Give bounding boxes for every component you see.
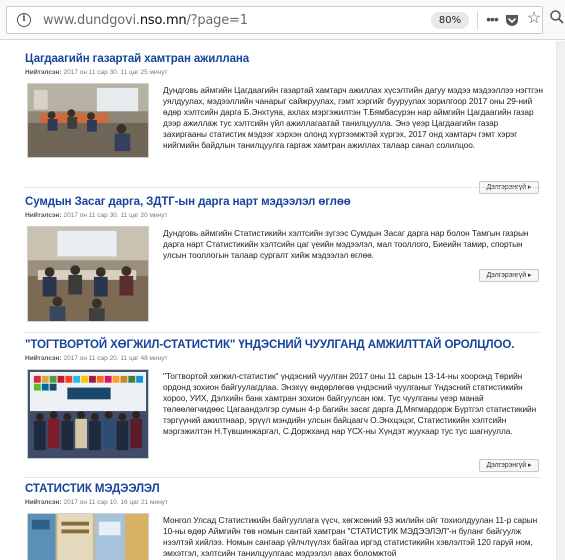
news-date: Нийтэлсэн: 2017 он 11 сар 20. 11 цаг 48 …	[25, 355, 167, 362]
page-content: Цагдаагийн газартай хамтран ажиллана Ний…	[0, 41, 556, 560]
url-prefix: www.dundgovi.	[43, 13, 140, 28]
url-text[interactable]: www.dundgovi.nso.mn/?page=1	[43, 13, 248, 28]
news-date: Нийтэлсэн: 2017 он 11 сар 30. 11 цаг 25 …	[25, 69, 167, 76]
bookmark-star-icon[interactable]: ☆	[525, 9, 543, 29]
news-date-value: 2017 он 11 сар 10. 16 цаг 21 минут	[63, 499, 168, 506]
read-more-button[interactable]: Дэлгэрэнгүй ▸	[479, 269, 539, 282]
news-summary: Монгол Улсад Статистикийн байгууллага үү…	[163, 515, 538, 558]
news-summary: "Тогтвортой хөгжил-статистик" үндэсний ч…	[163, 371, 537, 436]
read-more-button[interactable]: Дэлгэрэнгүй ▸	[479, 459, 539, 472]
news-summary: Дундговь аймгийн Статистикийн хэлтсийн з…	[163, 228, 529, 260]
toolbar-separator	[477, 11, 478, 30]
vertical-scrollbar[interactable]	[556, 41, 565, 560]
posted-label: Нийтэлсэн:	[25, 355, 62, 362]
news-summary: Дундговь аймгийн Цагдаагийн газартай хам…	[163, 85, 543, 150]
browser-toolbar: i www.dundgovi.nso.mn/?page=1 80% ••• ☆	[0, 0, 565, 40]
url-suffix: /?page=1	[186, 13, 248, 28]
news-date-value: 2017 он 11 сар 30. 11 цаг 25 минут	[63, 69, 168, 76]
news-title-link[interactable]: "ТОГТВОРТОЙ ХӨГЖИЛ-СТАТИСТИК" ҮНДЭСНИЙ Ч…	[25, 339, 514, 351]
news-item: Сумдын Засаг дарга, ЗДТГ-ын дарга нарт м…	[0, 196, 556, 336]
posted-label: Нийтэлсэн:	[25, 212, 62, 219]
news-divider	[25, 187, 540, 188]
news-date-value: 2017 он 11 сар 30. 11 цаг 20 минут	[63, 212, 168, 219]
news-thumbnail-image[interactable]	[27, 226, 149, 322]
news-thumbnail-image[interactable]	[27, 369, 149, 459]
posted-label: Нийтэлсэн:	[25, 69, 62, 76]
pocket-icon[interactable]	[504, 12, 520, 28]
zoom-level-badge[interactable]: 80%	[431, 12, 469, 29]
search-icon[interactable]	[549, 9, 565, 25]
news-divider	[25, 477, 540, 478]
news-title-link[interactable]: Цагдаагийн газартай хамтран ажиллана	[25, 53, 249, 65]
news-divider	[25, 332, 540, 333]
news-thumbnail-image[interactable]	[27, 513, 149, 560]
news-item: Цагдаагийн газартай хамтран ажиллана Ний…	[0, 53, 556, 203]
news-date: Нийтэлсэн: 2017 он 11 сар 10. 16 цаг 21 …	[25, 499, 168, 506]
news-date-value: 2017 он 11 сар 20. 11 цаг 48 минут	[63, 355, 168, 362]
info-icon[interactable]: i	[17, 13, 31, 27]
address-bar[interactable]: i www.dundgovi.nso.mn/?page=1 80% ••• ☆	[6, 6, 543, 34]
news-item: "ТОГТВОРТОЙ ХӨГЖИЛ-СТАТИСТИК" ҮНДЭСНИЙ Ч…	[0, 339, 556, 472]
url-domain: nso.mn	[139, 13, 187, 28]
posted-label: Нийтэлсэн:	[25, 499, 62, 506]
news-title-link[interactable]: Сумдын Засаг дарга, ЗДТГ-ын дарга нарт м…	[25, 196, 351, 208]
news-date: Нийтэлсэн: 2017 он 11 сар 30. 11 цаг 20 …	[25, 212, 167, 219]
page-actions-ellipsis-icon[interactable]: •••	[483, 10, 501, 30]
news-title-link[interactable]: СТАТИСТИК МЭДЭЭЛЭЛ	[25, 483, 160, 495]
news-item: СТАТИСТИК МЭДЭЭЛЭЛ Нийтэлсэн: 2017 он 11…	[0, 483, 556, 560]
news-thumbnail-image[interactable]	[27, 83, 149, 158]
